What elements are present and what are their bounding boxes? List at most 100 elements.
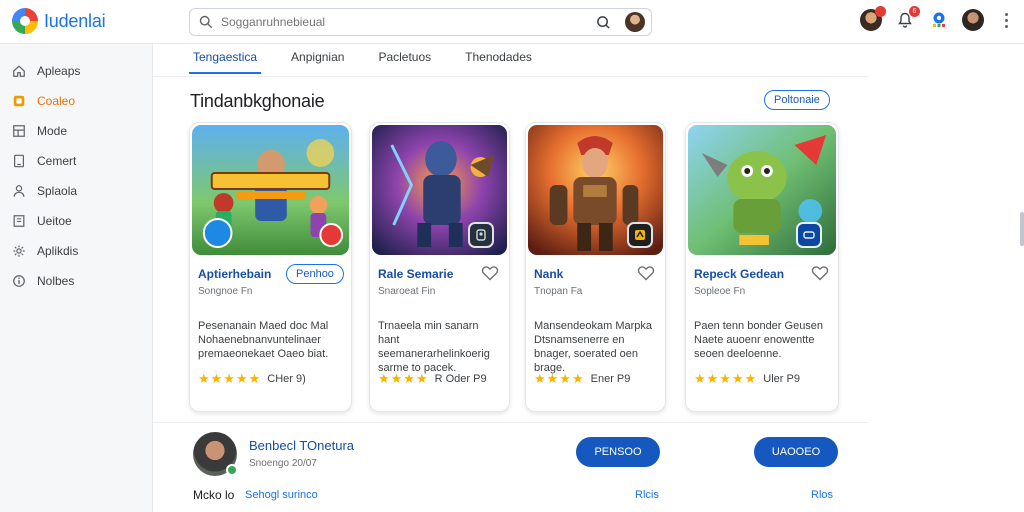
app-rating: ★★★★★ CHer 9) — [198, 371, 306, 387]
rating-stars: ★★★★★ — [198, 371, 262, 386]
app-developer: Songnoe Fn — [198, 286, 253, 297]
search-bar[interactable] — [189, 8, 652, 36]
avatar-status-dot — [875, 6, 886, 17]
game-badge-icon — [627, 222, 653, 248]
search-submit-icon[interactable] — [596, 15, 611, 30]
notifications-button[interactable]: 6 — [894, 6, 920, 31]
rating-stars: ★★★★★ — [694, 371, 758, 386]
book-icon — [13, 215, 25, 227]
app-developer: Snaroeat Fin — [378, 286, 436, 297]
secondary-action-button[interactable]: UAOOEO — [754, 437, 838, 467]
search-input[interactable] — [221, 15, 581, 29]
sidebar-item-label: Nolbes — [37, 274, 75, 288]
sidebar-item-apleaps[interactable]: Apleaps — [0, 56, 152, 86]
person-icon — [13, 185, 25, 197]
search-icon — [199, 15, 213, 29]
developer-subtitle: Snoengo 20/07 — [249, 458, 317, 469]
logo-mark-icon — [12, 8, 38, 34]
sidebar-item-label: Ueitoe — [37, 214, 72, 228]
top-bar: Iudenlai 6 — [0, 0, 1024, 44]
footer-link-end[interactable]: Rlos — [811, 489, 833, 501]
apps-launcher-button[interactable] — [928, 9, 950, 31]
primary-action-button[interactable]: PENSOO — [576, 437, 660, 467]
account-avatar[interactable] — [860, 6, 886, 31]
app-title[interactable]: Rale Semarie — [378, 267, 453, 281]
profile-avatar[interactable] — [962, 9, 984, 31]
sidebar-item-label: Apleaps — [37, 64, 81, 78]
app-developer: Tnopan Fa — [534, 286, 583, 297]
online-status-dot — [226, 464, 238, 476]
search-avatar[interactable] — [625, 12, 645, 32]
app-logo[interactable]: Iudenlai — [12, 8, 106, 34]
sidebar-item-label: Aplikdis — [37, 244, 79, 258]
app-card[interactable]: Nank Tnopan Fa Mansendeokam Marpka Dtsna… — [525, 122, 666, 412]
footer-link-mid[interactable]: Rlcis — [635, 489, 659, 501]
app-card[interactable]: Repeck Gedean Sopleoe Fn Paen tenn bonde… — [685, 122, 839, 412]
scrollbar-thumb[interactable] — [1020, 212, 1024, 246]
sidebar-item-label: Mode — [37, 124, 68, 138]
google-apps-icon — [933, 12, 945, 27]
sidebar: Apleaps Coaleo Mode Cemert Splaola Ueito… — [0, 44, 153, 512]
favorite-heart-icon[interactable] — [481, 264, 499, 282]
app-description: Mansendeokam Marpka Dtsnamsenerre en bna… — [534, 320, 653, 374]
sidebar-item-ueitoe[interactable]: Ueitoe — [0, 206, 152, 236]
game-artwork — [192, 125, 349, 255]
app-title[interactable]: Repeck Gedean — [694, 267, 784, 281]
rating-text: R Oder P9 — [434, 373, 487, 385]
notification-badge: 6 — [909, 6, 920, 17]
game-badge-icon — [468, 222, 494, 248]
app-description: Pesenanain Maed doc Mal Nohaenebnanvunte… — [198, 320, 329, 360]
sidebar-item-mode[interactable]: Mode — [0, 116, 152, 146]
favorite-heart-icon[interactable] — [811, 264, 829, 282]
tab-anpignian[interactable]: Anpignian — [287, 48, 348, 74]
section-divider — [153, 422, 868, 423]
see-all-button[interactable]: Poltonaie — [764, 90, 830, 110]
sidebar-item-coaleo[interactable]: Coaleo — [0, 86, 152, 116]
sidebar-item-nolbes[interactable]: Nolbes — [0, 266, 152, 296]
app-title[interactable]: Nank — [534, 267, 563, 281]
app-title[interactable]: Aptierhebain — [198, 267, 271, 281]
category-tabs: Tengaestica Anpignian Pacletuos Thenodad… — [189, 48, 562, 76]
rating-stars: ★★★★ — [534, 371, 585, 386]
game-badge-icon — [796, 222, 822, 248]
footer-link-main[interactable]: Sehogl surinco — [245, 489, 318, 501]
app-window: Iudenlai 6 Apleaps — [0, 0, 1024, 512]
gear-icon — [13, 245, 25, 257]
sidebar-item-label: Splaola — [37, 184, 78, 198]
grid-icon — [13, 125, 25, 137]
app-description: Paen tenn bonder Geusen Naete auoenr eno… — [694, 320, 824, 360]
tab-thenodades[interactable]: Thenodades — [461, 48, 536, 74]
app-rating: ★★★★ Ener P9 — [534, 371, 630, 387]
sidebar-item-cemert[interactable]: Cemert — [0, 146, 152, 176]
rating-stars: ★★★★ — [378, 371, 429, 386]
app-rating: ★★★★ R Oder P9 — [378, 371, 487, 387]
app-card[interactable]: Rale Semarie Snaroeat Fin Trnaeela min s… — [369, 122, 510, 412]
tabs-divider — [153, 76, 868, 77]
info-icon — [13, 275, 25, 287]
home-icon — [13, 65, 25, 77]
section-title: Tindanbkghonaie — [190, 91, 325, 111]
footer-label: Mcko lo — [193, 488, 235, 502]
more-options-icon[interactable] — [998, 9, 1014, 31]
app-developer: Sopleoe Fn — [694, 286, 746, 297]
developer-name[interactable]: Benbecl TOnetura — [249, 438, 354, 453]
install-button[interactable]: Penhoo — [286, 264, 344, 284]
rating-text: Uler P9 — [763, 373, 800, 385]
tablet-icon — [14, 154, 24, 168]
favorite-heart-icon[interactable] — [637, 264, 655, 282]
logo-text: Iudenlai — [44, 10, 106, 31]
top-right-actions: 6 — [848, 6, 1014, 31]
app-description: Trnaeela min sanarn hant seemanerarhelin… — [378, 320, 490, 374]
app-card[interactable]: Aptierhebain Songnoe Fn Penhoo Pesenanai… — [189, 122, 352, 412]
apps-icon — [13, 95, 25, 107]
tab-tengaestica[interactable]: Tengaestica — [189, 48, 262, 74]
main-content: Tengaestica Anpignian Pacletuos Thenodad… — [153, 44, 868, 512]
tab-pacletuos[interactable]: Pacletuos — [374, 48, 435, 74]
sidebar-item-aplikdis[interactable]: Aplikdis — [0, 236, 152, 266]
developer-avatar[interactable] — [193, 432, 238, 476]
sidebar-item-label: Coaleo — [37, 94, 76, 108]
sidebar-item-splaola[interactable]: Splaola — [0, 176, 152, 206]
sidebar-item-label: Cemert — [37, 154, 77, 168]
rating-text: Ener P9 — [590, 373, 631, 385]
rating-text: CHer 9) — [267, 373, 306, 385]
